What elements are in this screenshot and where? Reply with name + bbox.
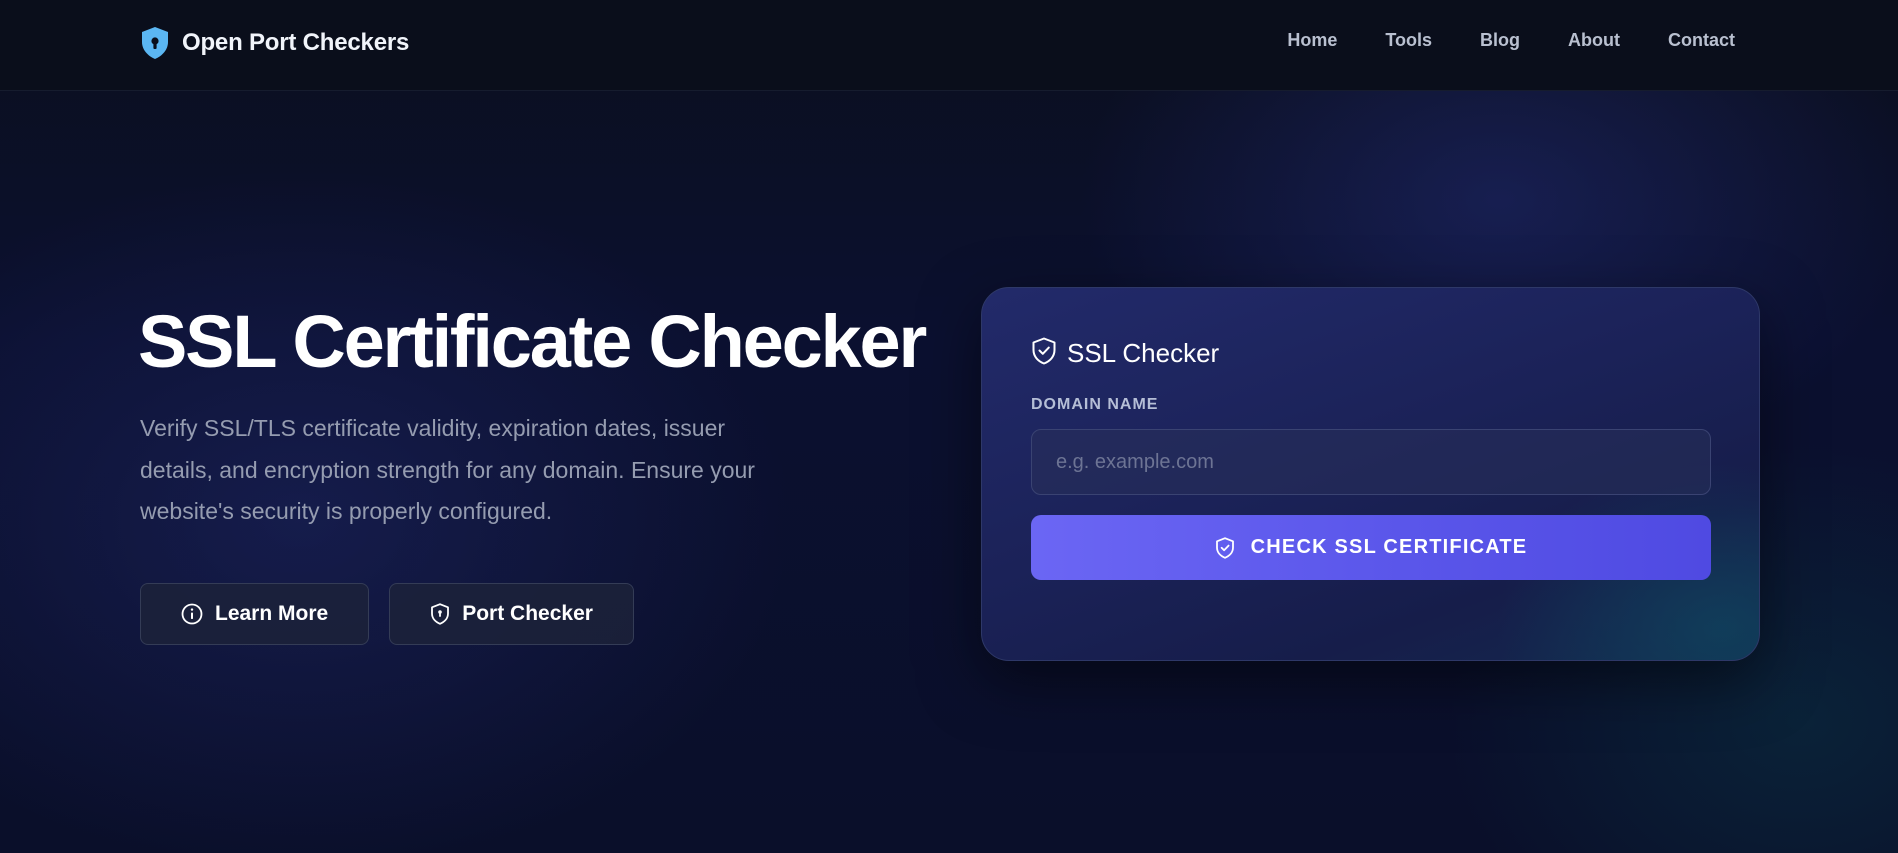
shield-check-icon — [1031, 337, 1057, 370]
site-header: Open Port Checkers Home Tools Blog About… — [0, 0, 1898, 91]
learn-more-label: Learn More — [215, 602, 329, 625]
nav-contact-link[interactable]: Contact — [1668, 30, 1735, 51]
ssl-checker-card: SSL Checker DOMAIN NAME CHECK SSL CERTIF… — [981, 287, 1760, 661]
check-ssl-label: CHECK SSL CERTIFICATE — [1250, 536, 1528, 558]
learn-more-button[interactable]: Learn More — [140, 583, 370, 645]
hero-actions: Learn More Port Checker — [140, 583, 634, 645]
main-nav: Home Tools Blog About Contact — [1287, 30, 1735, 51]
nav-about-link[interactable]: About — [1568, 30, 1620, 51]
shield-lock-icon — [140, 26, 170, 60]
hero-title: SSL Certificate Checker — [138, 300, 927, 383]
domain-name-label: DOMAIN NAME — [1031, 396, 1159, 413]
port-checker-label: Port Checker — [462, 602, 593, 625]
hero-description: Verify SSL/TLS certificate validity, exp… — [140, 415, 755, 524]
nav-home-link[interactable]: Home — [1287, 30, 1337, 51]
info-icon — [181, 603, 203, 625]
shield-check-icon — [1215, 536, 1235, 559]
port-checker-button[interactable]: Port Checker — [389, 583, 634, 645]
page: Open Port Checkers Home Tools Blog About… — [0, 0, 1898, 853]
card-title: SSL Checker — [1067, 338, 1220, 368]
domain-input[interactable] — [1031, 429, 1711, 495]
nav-blog-link[interactable]: Blog — [1480, 30, 1520, 51]
shield-icon — [430, 603, 450, 625]
card-header: SSL Checker — [1031, 337, 1219, 370]
check-ssl-button[interactable]: CHECK SSL CERTIFICATE — [1031, 515, 1711, 580]
brand-logo[interactable]: Open Port Checkers — [140, 26, 409, 60]
brand-name: Open Port Checkers — [182, 29, 410, 56]
nav-tools-link[interactable]: Tools — [1385, 30, 1432, 51]
